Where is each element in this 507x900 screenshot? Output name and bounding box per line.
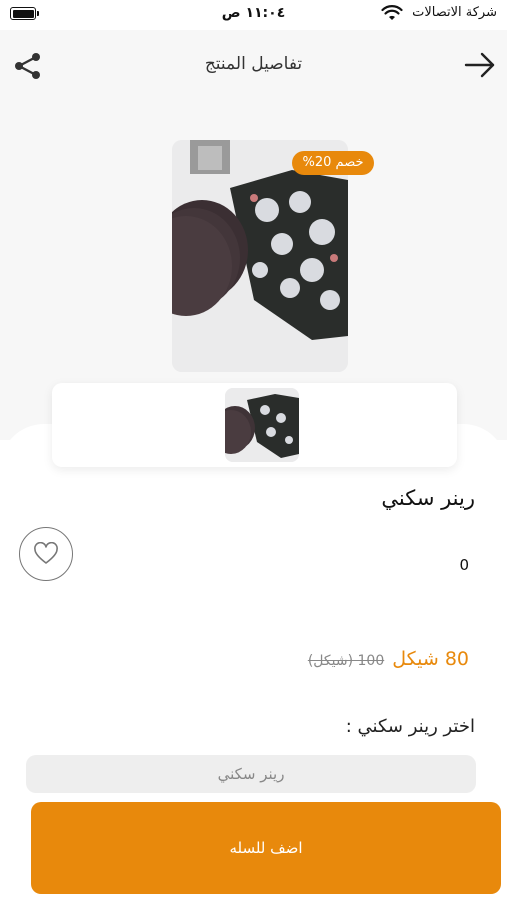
variant-select[interactable]: رينر سكني bbox=[26, 755, 476, 793]
thumbnail-strip bbox=[52, 383, 457, 467]
heart-icon bbox=[34, 542, 58, 564]
price-row: 80 شيكل 100 (شيكل) bbox=[308, 648, 469, 670]
rating-count: 0 bbox=[459, 556, 469, 574]
price-old: 100 (شيكل) bbox=[307, 653, 385, 669]
variant-label: اختر رينر سكني : bbox=[345, 716, 475, 737]
product-name: رينر سكني bbox=[381, 486, 475, 510]
discount-badge: خصم 20% bbox=[292, 151, 374, 175]
status-bar: ١١:٠٤ ص شركة الاتصالات bbox=[0, 0, 507, 30]
page-title: تفاصيل المنتج bbox=[204, 54, 303, 74]
app-header: تفاصيل المنتج bbox=[0, 30, 507, 100]
product-thumbnail[interactable] bbox=[225, 388, 299, 462]
arrow-right-icon[interactable] bbox=[463, 50, 497, 80]
favorite-button[interactable] bbox=[19, 527, 73, 581]
wifi-icon bbox=[381, 5, 403, 20]
add-to-cart-button[interactable]: اضف للسله bbox=[31, 802, 501, 894]
carrier-name: شركة الاتصالات bbox=[412, 5, 497, 20]
price-current: 80 شيكل bbox=[392, 648, 469, 670]
